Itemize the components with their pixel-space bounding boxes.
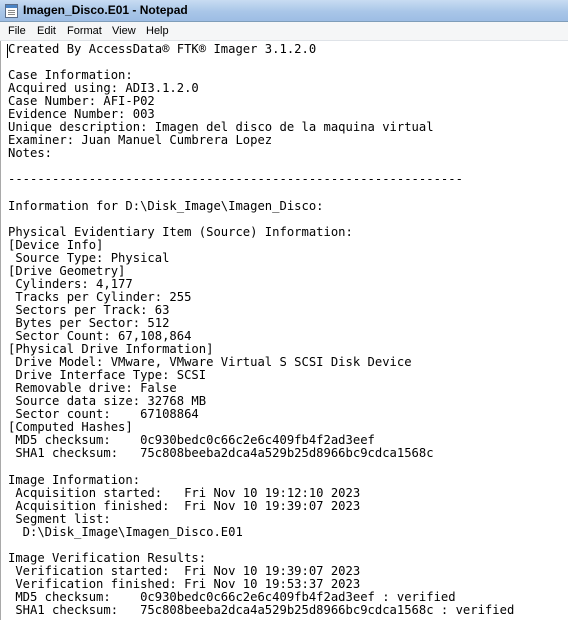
menu-format[interactable]: Format [67,25,102,37]
menu-view[interactable]: View [112,25,136,37]
text-editor[interactable]: Created By AccessData® FTK® Imager 3.1.2… [0,41,568,620]
title-bar[interactable]: Imagen_Disco.E01 - Notepad [0,0,568,22]
notepad-icon [5,4,18,18]
menu-bar: File Edit Format View Help [0,22,568,41]
menu-help[interactable]: Help [146,25,169,37]
menu-edit[interactable]: Edit [37,25,56,37]
window-title: Imagen_Disco.E01 - Notepad [23,3,188,17]
document-text: Created By AccessData® FTK® Imager 3.1.2… [8,42,515,618]
menu-file[interactable]: File [8,25,26,37]
